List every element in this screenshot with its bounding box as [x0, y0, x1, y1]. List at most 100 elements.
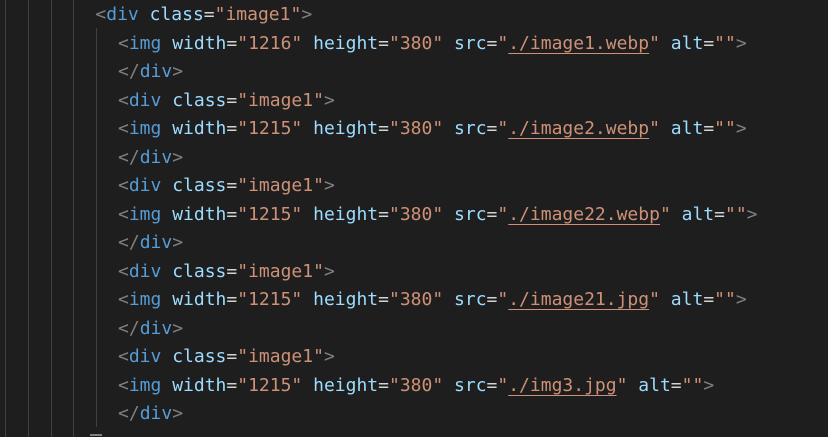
token-str: "380" [388, 203, 444, 225]
token-str: " [497, 203, 509, 225]
token-tag: img [128, 118, 162, 139]
token-bracket: </ [118, 403, 140, 424]
token-attr: alt [670, 32, 704, 54]
token-str: " [497, 289, 509, 310]
code-line[interactable]: <div class="image1"> [95, 1, 312, 29]
token-bracket: > [735, 118, 747, 139]
token-bracket: < [95, 4, 107, 25]
token-str: " [649, 32, 660, 54]
token-tag: div [139, 403, 173, 424]
indent-guide [28, 0, 29, 437]
token-str: " [659, 203, 671, 225]
token-attr: class [149, 4, 204, 25]
code-line[interactable]: <div class="image1"> [118, 172, 335, 200]
token-str: "image1" [237, 260, 324, 282]
token-eq: = [486, 118, 498, 139]
token-str: " [497, 374, 509, 396]
token-attr: alt [670, 118, 704, 139]
token-attr: src [454, 374, 487, 396]
token-str: "380" [388, 289, 444, 310]
token-eq: = [378, 289, 389, 310]
token-link[interactable]: ./image1.webp [508, 33, 649, 54]
code-line[interactable]: <img width="1215" height="380" src="./im… [118, 115, 747, 143]
token-attr: class [172, 89, 227, 111]
code-line[interactable]: <div class="image1"> [118, 87, 335, 115]
token-bracket: < [118, 89, 129, 111]
token-attr: class [172, 346, 227, 367]
code-line[interactable]: </div> [118, 144, 183, 172]
token-str: "" [714, 32, 736, 54]
token-attr: width [172, 118, 227, 139]
token-bracket: > [323, 260, 335, 282]
code-line[interactable]: <img width="1215" height="380" src="./im… [118, 286, 747, 314]
next-line-fragment [90, 432, 120, 437]
token-eq: = [486, 203, 498, 225]
token-eq: = [226, 89, 238, 111]
token-tag: div [139, 317, 173, 339]
token-str: "image1" [237, 346, 324, 367]
token-link[interactable]: ./image2.webp [508, 118, 649, 139]
token-eq: = [378, 118, 389, 139]
code-line[interactable]: </div> [118, 315, 183, 343]
indent-guide [5, 0, 6, 437]
token-str: "380" [388, 32, 444, 54]
code-line[interactable]: <div class="image1"> [118, 343, 335, 371]
token-eq: = [486, 374, 498, 396]
token-attr: class [172, 175, 227, 196]
token-str: "" [681, 374, 704, 396]
token-eq: = [670, 374, 682, 396]
code-line[interactable]: <div class="image1"> [118, 258, 335, 286]
token-str: "1215" [237, 374, 303, 396]
token-eq: = [714, 203, 725, 225]
token-link[interactable]: ./img3.jpg [508, 375, 616, 396]
token-str: "1215" [237, 118, 303, 139]
token-bracket: < [118, 346, 129, 367]
token-bracket: > [735, 289, 747, 310]
token-link[interactable]: ./image21.jpg [508, 289, 649, 310]
token-eq: = [703, 289, 715, 310]
token-tag: div [128, 346, 162, 367]
token-str: "1215" [237, 289, 303, 310]
token-str: " [649, 118, 660, 139]
token-bracket: > [323, 175, 335, 196]
token-bracket: > [703, 374, 715, 396]
code-line[interactable]: <img width="1215" height="380" src="./im… [118, 372, 714, 400]
token-tag: img [128, 32, 162, 54]
code-line[interactable]: </div> [118, 400, 183, 428]
token-bracket: < [118, 289, 129, 310]
token-bracket: > [172, 317, 184, 339]
token-str: "380" [388, 118, 444, 139]
token-str: "" [724, 203, 747, 225]
token-attr: height [313, 203, 379, 225]
code-line[interactable]: </div> [118, 58, 183, 86]
token-bracket: > [172, 232, 184, 253]
token-str: " [497, 32, 509, 54]
token-bracket: < [118, 175, 129, 196]
token-link[interactable]: ./image22.webp [508, 204, 660, 225]
token-tag: div [139, 61, 173, 82]
token-str: "" [714, 118, 736, 139]
token-bracket: </ [118, 317, 140, 339]
token-eq: = [703, 118, 715, 139]
token-attr: width [172, 32, 227, 54]
code-editor[interactable]: <div class="image1"> <img width="1216" he… [0, 0, 828, 437]
code-line[interactable]: </div> [118, 229, 183, 257]
token-attr: width [172, 203, 227, 225]
token-bracket: </ [118, 146, 140, 168]
code-line[interactable]: <img width="1215" height="380" src="./im… [118, 201, 758, 229]
code-line[interactable]: <img width="1216" height="380" src="./im… [118, 30, 747, 58]
token-eq: = [226, 203, 238, 225]
token-eq: = [703, 32, 715, 54]
token-attr: class [172, 260, 227, 282]
token-bracket: < [118, 32, 129, 54]
